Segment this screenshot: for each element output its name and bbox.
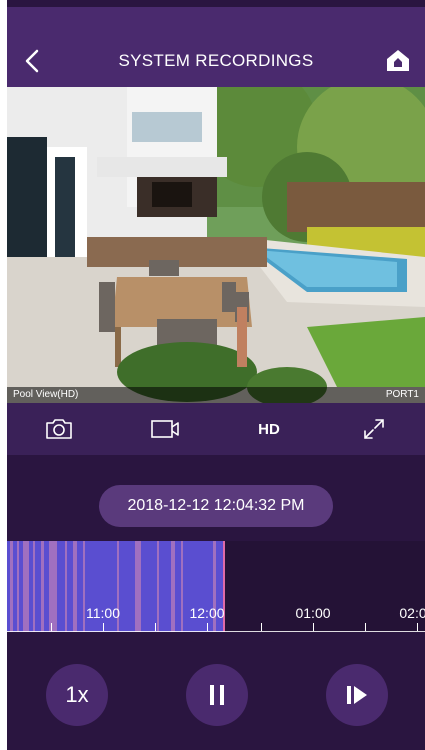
pause-icon (210, 685, 224, 705)
timeline-scrubber[interactable]: 11:00 12:00 01:00 02:0 (7, 541, 425, 632)
timestamp-section: 2018-12-12 12:04:32 PM (7, 455, 425, 541)
tick (417, 623, 418, 631)
video-preview[interactable]: Pool View(HD) PORT1 (7, 87, 425, 403)
tick (365, 623, 366, 631)
video-camera-icon (151, 420, 179, 438)
page-title: SYSTEM RECORDINGS (118, 51, 314, 70)
header-bar: SYSTEM RECORDINGS (7, 7, 425, 87)
step-forward-button[interactable] (326, 664, 388, 726)
pause-button[interactable] (186, 664, 248, 726)
video-controls-bar: HD (7, 403, 425, 455)
tick (103, 623, 104, 631)
quality-toggle[interactable]: HD (239, 403, 299, 455)
video-caption-bar: Pool View(HD) PORT1 (7, 387, 425, 403)
camera-icon (46, 419, 72, 439)
fullscreen-button[interactable] (344, 403, 404, 455)
snapshot-button[interactable] (29, 403, 89, 455)
camera-name: Pool View(HD) (13, 389, 79, 400)
timestamp-pill[interactable]: 2018-12-12 12:04:32 PM (99, 485, 333, 527)
playback-controls: 1x (7, 632, 425, 750)
expand-icon (364, 419, 384, 439)
tick (155, 623, 156, 631)
timeline-label-1100: 11:00 (86, 605, 120, 621)
app-screen: SYSTEM RECORDINGS Pool View(HD) PORT1 HD… (7, 0, 425, 750)
record-button[interactable] (135, 403, 195, 455)
tick (261, 623, 262, 631)
timeline-label-1200: 12:00 (189, 605, 225, 621)
home-icon (387, 50, 409, 71)
step-forward-icon (347, 686, 367, 704)
camera-feed-image (7, 87, 425, 403)
port-label: PORT1 (385, 389, 419, 400)
tick (313, 623, 314, 631)
timeline-label-0100: 01:00 (295, 605, 331, 621)
timeline-label-0200: 02:0 (399, 605, 425, 621)
home-button[interactable] (385, 47, 411, 73)
tick (51, 623, 52, 631)
tick (207, 623, 208, 631)
speed-button[interactable]: 1x (46, 664, 108, 726)
